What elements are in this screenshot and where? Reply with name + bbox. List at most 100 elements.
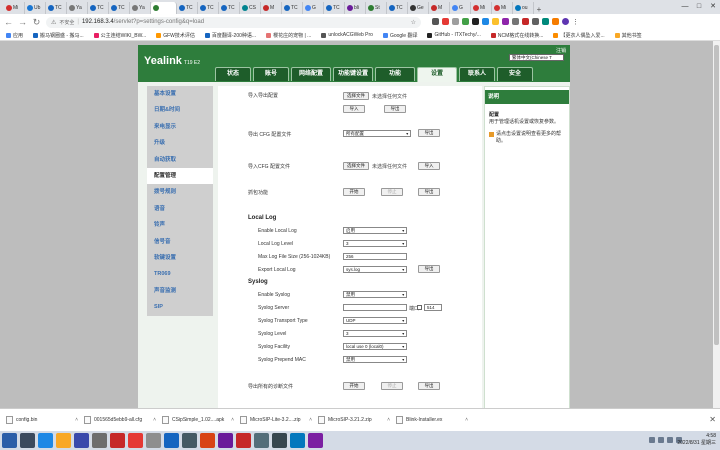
sidenav-item[interactable]: 语音: [147, 201, 213, 217]
diag-stop-button[interactable]: 停止: [381, 382, 403, 390]
sidenav-item[interactable]: 日期&时间: [147, 102, 213, 118]
chevron-up-icon[interactable]: ˄: [231, 417, 240, 423]
port-checkbox[interactable]: [417, 305, 422, 310]
browser-tab[interactable]: TC: [219, 2, 240, 14]
browser-tab[interactable]: G: [303, 2, 324, 14]
browser-tab[interactable]: TC: [46, 2, 67, 14]
sidenav-item[interactable]: 拨号规则: [147, 184, 213, 200]
taskbar-app-icon[interactable]: [308, 433, 323, 448]
bookmark-item[interactable]: 搬马钢圈盛 - 搬马...: [33, 32, 84, 39]
choose-file-button[interactable]: 选择文件: [343, 92, 369, 100]
export-cfg-select[interactable]: 所有配置: [343, 130, 411, 137]
browser-tab[interactable]: TC: [88, 2, 109, 14]
browser-tab[interactable]: St: [366, 2, 387, 14]
choose-cfg-file-button[interactable]: 选择文件: [343, 162, 369, 170]
bookmark-item[interactable]: GitHub - ITXTechy/...: [427, 32, 481, 38]
taskbar-app-icon[interactable]: [164, 433, 179, 448]
profile-avatar[interactable]: [562, 18, 569, 25]
bookmark-item[interactable]: 【更衣人偶坠入爱...: [553, 32, 605, 39]
taskbar-app-icon[interactable]: [38, 433, 53, 448]
download-item[interactable]: Blink-Installer.ex ˄: [396, 416, 474, 424]
browser-tab[interactable]: M: [429, 2, 450, 14]
sidenav-item[interactable]: SIP: [147, 299, 213, 315]
minimize-icon[interactable]: —: [678, 0, 692, 14]
sidenav-item[interactable]: 升级: [147, 135, 213, 151]
syslog-level-select[interactable]: 3: [343, 330, 407, 337]
page-scrollbar[interactable]: [713, 41, 720, 408]
export-cfg-button[interactable]: 导出: [418, 129, 440, 137]
extension-icon[interactable]: [502, 18, 509, 25]
taskbar-app-icon[interactable]: [74, 433, 89, 448]
export-local-log-button[interactable]: 导出: [418, 265, 440, 273]
browser-tab[interactable]: Mi: [492, 2, 513, 14]
bookmark-item[interactable]: 樱花庄的宠物 | ...: [266, 32, 311, 39]
port-input[interactable]: 514: [424, 304, 442, 311]
chevron-up-icon[interactable]: ˄: [153, 417, 162, 423]
import-config-button[interactable]: 导入: [343, 105, 365, 113]
taskbar-app-icon[interactable]: [92, 433, 107, 448]
reload-icon[interactable]: ↻: [32, 17, 41, 28]
browser-tab[interactable]: TC: [198, 2, 219, 14]
extension-icon[interactable]: [492, 18, 499, 25]
extension-icon[interactable]: [452, 18, 459, 25]
chevron-up-icon[interactable]: ˄: [465, 417, 474, 423]
enable-syslog-select[interactable]: 禁用: [343, 291, 407, 298]
extension-icon[interactable]: [462, 18, 469, 25]
sidenav-item[interactable]: TR069: [147, 266, 213, 282]
browser-tab[interactable]: Mi: [471, 2, 492, 14]
bookmark-item[interactable]: Google 翻译: [382, 32, 417, 39]
download-item[interactable]: config.bin ˄: [6, 416, 84, 424]
nav-tab[interactable]: 网络配置: [291, 67, 331, 81]
browser-tab[interactable]: Ya: [130, 2, 151, 14]
tray-icon[interactable]: [649, 437, 655, 443]
export-local-log-select[interactable]: sys.log: [343, 266, 407, 273]
taskbar-app-icon[interactable]: [182, 433, 197, 448]
browser-tab[interactable]: bli: [345, 2, 366, 14]
taskbar-app-icon[interactable]: [128, 433, 143, 448]
taskbar-app-icon[interactable]: [290, 433, 305, 448]
start-button[interactable]: [2, 433, 17, 448]
bookmark-item[interactable]: 其他书签: [614, 32, 642, 39]
download-item[interactable]: MicroSIP-Lite-3.2....zip ˄: [240, 416, 318, 424]
syslog-facility-select[interactable]: local use 0 (local0): [343, 343, 407, 350]
nav-tab[interactable]: 设置: [417, 67, 457, 82]
taskbar-app-icon[interactable]: [56, 433, 71, 448]
export-config-button[interactable]: 导出: [384, 105, 406, 113]
taskbar-app-icon[interactable]: [218, 433, 233, 448]
nav-tab[interactable]: 功能: [375, 67, 415, 81]
sidenav-item[interactable]: 铃声: [147, 217, 213, 233]
help-note-text[interactable]: 请点击设置说明查看更多的帮助。: [496, 131, 565, 144]
forward-icon[interactable]: →: [18, 17, 27, 27]
nav-tab[interactable]: 安全: [497, 67, 533, 81]
bookmark-item[interactable]: 应用: [6, 32, 23, 39]
sidenav-item[interactable]: 配置管理: [147, 167, 213, 185]
extension-icon[interactable]: [512, 18, 519, 25]
capture-start-button[interactable]: 开始: [343, 188, 365, 196]
bookmark-item[interactable]: GFW技术评估: [156, 32, 195, 39]
close-icon[interactable]: ✕: [706, 0, 720, 14]
download-item[interactable]: 001565d5ebb9-all.cfg ˄: [84, 416, 162, 424]
nav-tab[interactable]: 联系人: [459, 67, 495, 81]
browser-tab[interactable]: Ya: [67, 2, 88, 14]
browser-tab[interactable]: CS: [240, 2, 261, 14]
language-select[interactable]: 繁体中文(Chinese T: [509, 54, 564, 61]
syslog-server-input[interactable]: [343, 304, 407, 311]
taskbar-app-icon[interactable]: [254, 433, 269, 448]
nav-tab[interactable]: 账号: [253, 67, 289, 81]
scrollbar-thumb[interactable]: [714, 45, 719, 345]
taskbar-app-icon[interactable]: [110, 433, 125, 448]
taskbar-app-icon[interactable]: [236, 433, 251, 448]
syslog-prepend-mac-select[interactable]: 禁用: [343, 356, 407, 363]
close-icon[interactable]: ✕: [709, 415, 716, 424]
capture-export-button[interactable]: 导出: [418, 188, 440, 196]
extension-icon[interactable]: [542, 18, 549, 25]
max-log-size-input[interactable]: 256: [343, 253, 407, 260]
chevron-up-icon[interactable]: ˄: [75, 417, 84, 423]
taskbar-app-icon[interactable]: [20, 433, 35, 448]
diag-export-button[interactable]: 导出: [418, 382, 440, 390]
sidenav-item[interactable]: 基本设置: [147, 86, 213, 102]
browser-tab[interactable]: Mi: [4, 2, 25, 14]
taskbar-app-icon[interactable]: [272, 433, 287, 448]
capture-stop-button[interactable]: 停止: [381, 188, 403, 196]
extension-icon[interactable]: [552, 18, 559, 25]
